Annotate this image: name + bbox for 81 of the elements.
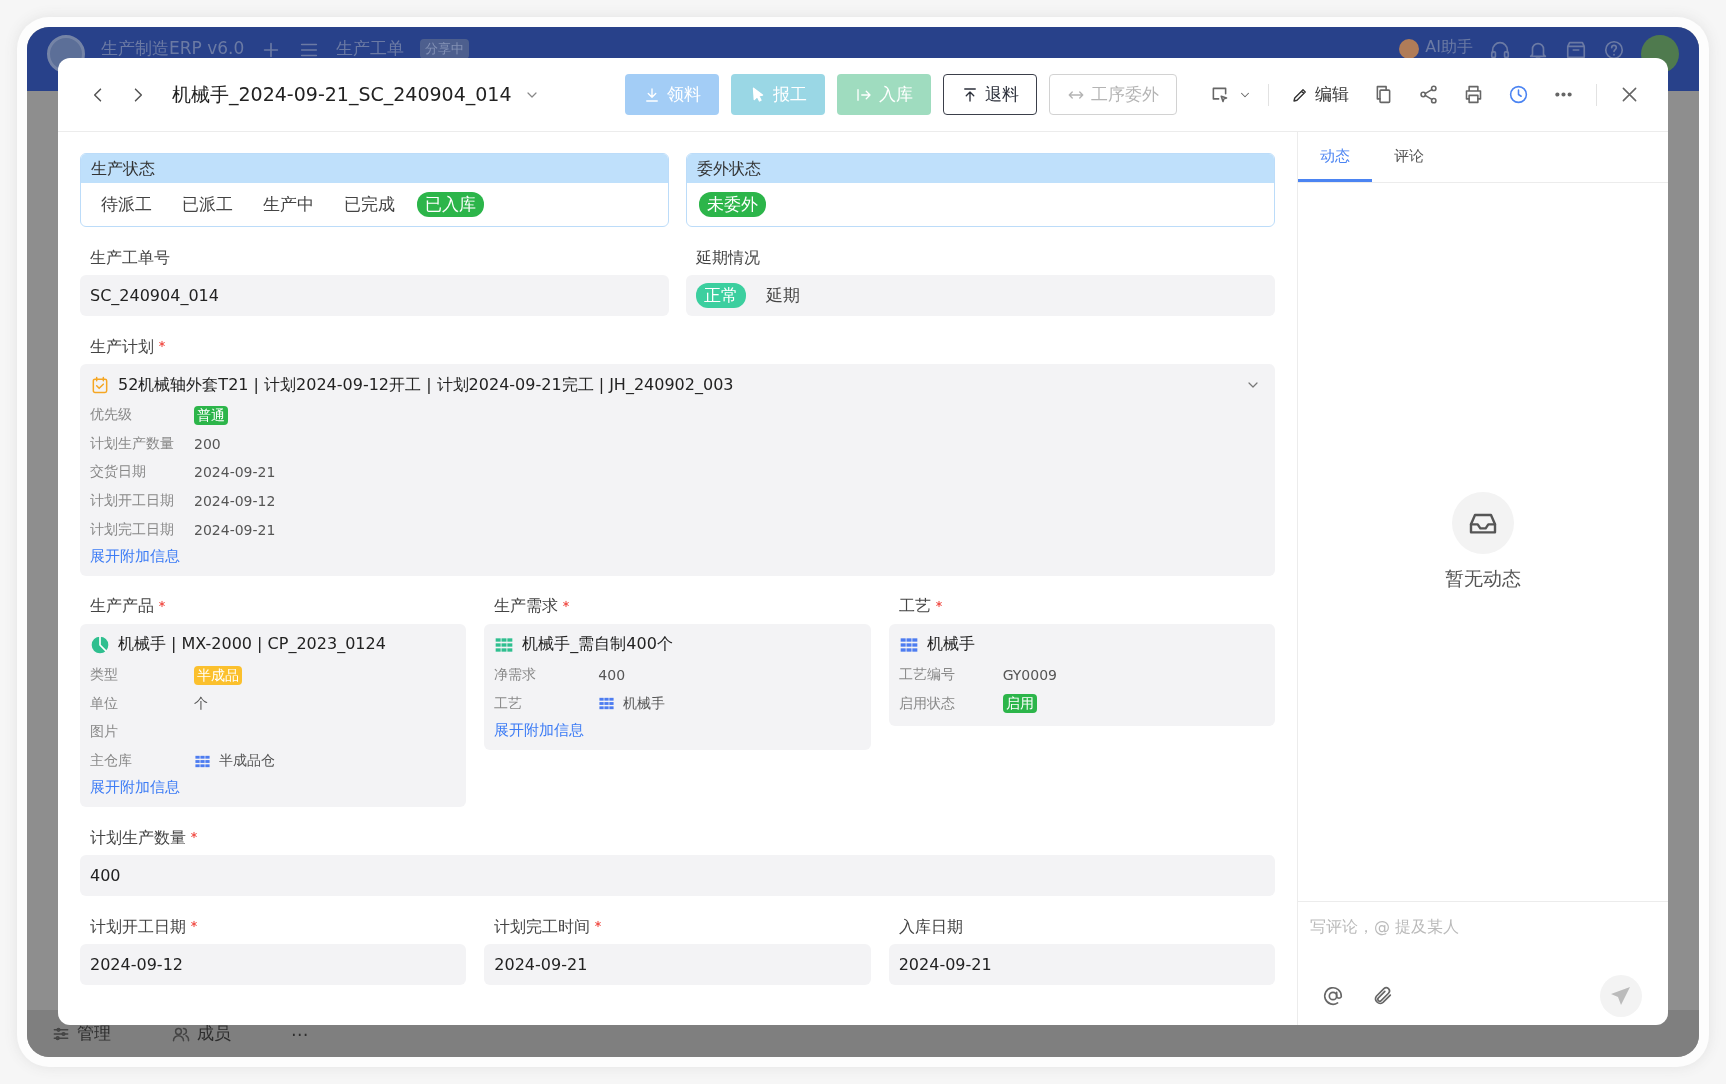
record-card[interactable]: 52机械轴外套T21 | 计划2024-09-12开工 | 计划2024-09-21完工 | JH_240902_003 优先级 普通 计划生产数量 200 交货日期 2024-09-21 计划开工日期 2024-09-12 计划完工日期 2024-09-21 展开附加信息 [80,364,1275,576]
panel-title: 委外状态 [687,154,1274,183]
expand-link[interactable]: 展开附加信息 [90,775,180,800]
field-label: 计划开工日期 [90,916,186,938]
panel-title: 生产状态 [81,154,668,183]
field-label: 计划生产数量 [90,827,186,849]
property-value: 个 [194,694,208,713]
help-icon[interactable] [1603,39,1625,61]
ai-logo [1399,39,1420,59]
field-label: 生产计划 [90,336,154,358]
record-card[interactable]: 机械手 工艺编号 GY0009 启用状态 启用 [888,623,1275,727]
property-label: 优先级 [90,406,133,425]
edit-button[interactable]: 编辑 [1285,83,1355,106]
date-field[interactable]: 2024-09-12 [80,944,467,986]
field-label: 延期情况 [696,247,760,269]
number-field[interactable]: 400 [80,855,1275,897]
status-option[interactable]: 延期 [758,283,808,308]
property-label: 净需求 [494,666,538,685]
tag: 启用 [1002,694,1037,714]
field-label: 入库日期 [898,916,963,938]
property-value: 400 [598,667,626,684]
paperclip-icon[interactable] [1372,985,1394,1007]
action-button[interactable]: 退料 [943,74,1037,115]
tab[interactable]: 评论 [1372,132,1446,182]
property-label: 工艺编号 [898,666,956,685]
status-option[interactable]: 已派工 [174,192,241,217]
property-label: 主仓库 [90,752,133,771]
app-title: 生产制造ERP v6.0 [101,37,245,60]
property-value: 2024-09-21 [194,521,276,538]
tag: 半成品 [194,665,242,685]
printer-icon[interactable] [1463,84,1484,105]
property-label: 启用状态 [898,694,956,713]
record-title-text: 机械手_需自制400个 [522,634,673,656]
status-option[interactable]: 生产中 [255,192,322,217]
expand-link[interactable]: 展开附加信息 [90,543,180,568]
at-icon[interactable] [1322,985,1344,1007]
property-label: 图片 [90,723,119,742]
property-label: 计划生产数量 [90,434,175,453]
headset-icon[interactable] [1489,39,1511,61]
choice-field[interactable]: 正常 延期 [686,275,1275,316]
record-card[interactable]: 机械手 | MX-2000 | CP_2023_0124 类型 半成品 单位 个 图片 主仓库 半成品仓 展开附加信息 [80,623,467,808]
property-label: 计划开工日期 [90,492,175,511]
property-value: 2024-09-21 [194,464,276,481]
clock-icon[interactable] [1508,84,1529,105]
field-label: 生产工单号 [90,247,170,269]
date-field[interactable]: 2024-09-21 [888,944,1275,986]
upload-icon [961,85,979,104]
field-label: 生产产品 [90,596,154,618]
status-option[interactable]: 已完成 [336,192,403,217]
bottom-tab[interactable]: 管理 [77,1022,111,1045]
status-option[interactable]: 待派工 [93,192,160,217]
share-icon[interactable] [1418,84,1439,105]
record-title-text: 机械手 [926,634,975,656]
box-icon[interactable] [1565,39,1587,61]
property-value: 2024-09-12 [194,493,276,510]
property-label: 交货日期 [90,463,147,482]
property-label: 类型 [90,666,119,685]
record-title-text: 52机械轴外套T21 | 计划2024-09-12开工 | 计划2024-09-21完工 | JH_240902_003 [118,374,734,396]
reference-link[interactable]: 机械手 [623,694,666,713]
field-label: 计划完工时间 [494,916,591,938]
pie-chart-icon [90,634,110,655]
reference-link[interactable]: 半成品仓 [219,752,275,771]
empty-message: 暂无动态 [1445,566,1521,591]
record-title-text: 机械手 | MX-2000 | CP_2023_0124 [118,634,386,656]
tag: 普通 [194,405,228,425]
property-label: 计划完工日期 [90,520,175,539]
download-icon [643,85,661,104]
text-field[interactable]: SC_240904_014 [80,275,669,316]
record-title: 机械手_2024-09-21_SC_240904_014 [172,81,512,108]
expand-link[interactable]: 展开附加信息 [494,718,585,743]
property-value: GY0009 [1002,667,1057,684]
tab[interactable]: 动态 [1298,132,1372,182]
calendar-check-icon [90,375,110,395]
property-value: 200 [194,435,221,452]
field-label: 生产需求 [494,596,559,618]
date-field[interactable]: 2024-09-21 [484,944,871,986]
record-card[interactable]: 机械手_需自制400个 净需求 400 工艺 机械手 展开附加信息 [484,623,871,751]
field-label: 工艺 [898,596,931,618]
bottom-tab[interactable]: 成员 [197,1022,231,1045]
property-label: 单位 [90,694,119,713]
property-label: 工艺 [494,694,524,713]
